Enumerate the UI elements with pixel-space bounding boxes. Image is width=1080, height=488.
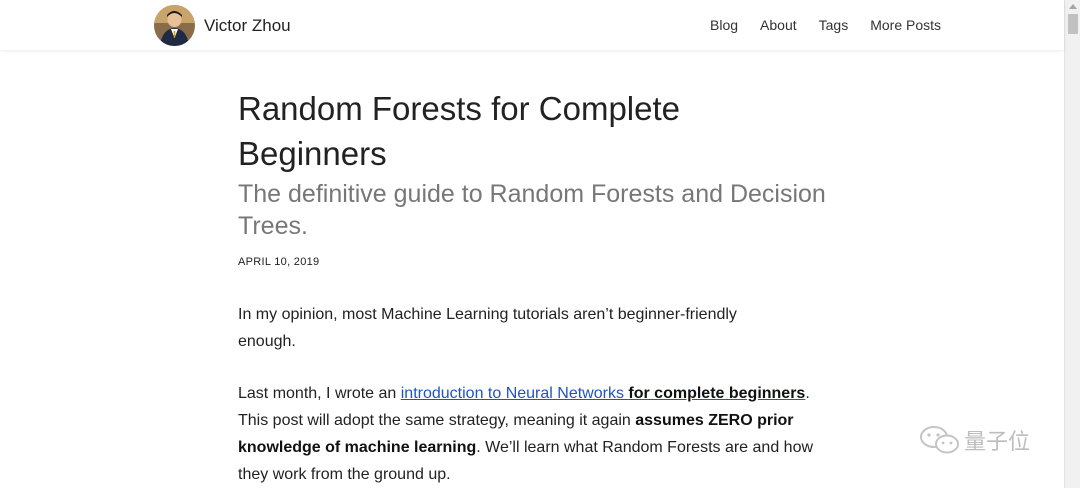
intro-paragraph: In my opinion, most Machine Learning tut…	[238, 306, 737, 350]
post-subtitle: The definitive guide to Random Forests a…	[238, 180, 826, 240]
neural-networks-intro-link[interactable]: introduction to Neural Networks for comp…	[401, 385, 806, 402]
main-nav: Blog About Tags More Posts	[710, 17, 941, 33]
post-title: Random Forests for Complete Beginners	[238, 90, 681, 172]
scrollbar-thumb[interactable]	[1068, 14, 1078, 34]
watermark: 量子位	[918, 424, 1030, 456]
nav-tags-link[interactable]: Tags	[819, 17, 849, 33]
site-brand-link[interactable]: Victor Zhou	[154, 5, 291, 46]
nav-blog-link[interactable]: Blog	[710, 17, 738, 33]
nav-about-link[interactable]: About	[760, 17, 797, 33]
post-date: APRIL 10, 2019	[238, 256, 320, 268]
scroll-up-arrow-icon[interactable]	[1069, 4, 1077, 9]
article: Random Forests for Complete Beginners Th…	[238, 86, 838, 488]
link-text: introduction to Neural Networks	[400, 385, 629, 402]
author-avatar	[154, 5, 195, 46]
site-name: Victor Zhou	[204, 15, 291, 35]
vertical-scrollbar[interactable]	[1064, 0, 1080, 488]
wechat-icon	[920, 426, 959, 454]
link-bold-text: for complete beginners	[628, 385, 806, 402]
paragraph-text: Last month, I wrote an	[238, 385, 401, 402]
nav-more-posts-link[interactable]: More Posts	[870, 17, 941, 33]
site-header: Victor Zhou Blog About Tags More Posts	[0, 0, 1064, 50]
watermark-text: 量子位	[964, 429, 1031, 454]
second-paragraph: Last month, I wrote an introduction to N…	[238, 380, 823, 488]
